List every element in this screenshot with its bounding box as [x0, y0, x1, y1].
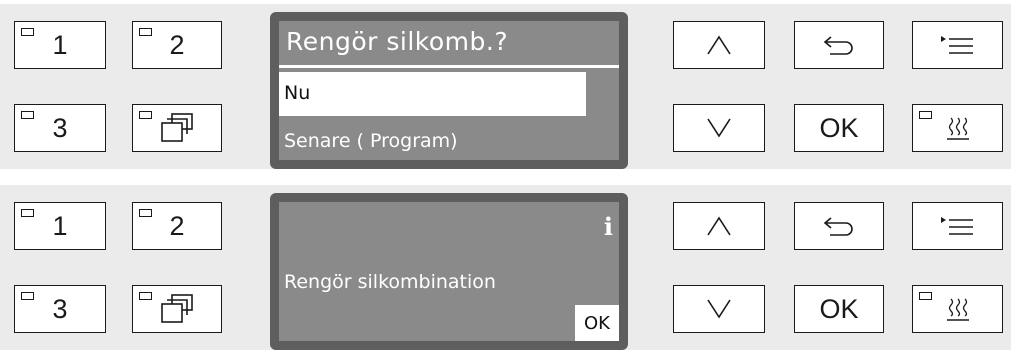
arrow-down-icon: [706, 298, 732, 320]
lcd-screen: Rengör silkomb.? Nu Senare ( Program): [279, 21, 619, 160]
indicator-light: [21, 111, 34, 119]
control-panel-top: 1 2 3 Rengör silkomb.? Nu Senare ( Progr…: [0, 4, 1011, 169]
program-button-3-label: 3: [52, 112, 68, 143]
menu-button[interactable]: [912, 202, 1003, 250]
indicator-light: [919, 292, 932, 300]
program-button-1-label: 1: [52, 210, 68, 241]
program-button-1[interactable]: 1: [14, 202, 106, 250]
arrow-up-icon: [706, 215, 732, 237]
program-button-1-label: 1: [52, 29, 68, 60]
program-list-button[interactable]: [132, 104, 222, 152]
lcd-display: i Rengör silkombination OK: [270, 193, 628, 350]
program-button-1[interactable]: 1: [14, 21, 106, 69]
ok-button-label: OK: [819, 293, 859, 324]
program-button-3[interactable]: 3: [14, 104, 106, 152]
up-button[interactable]: [673, 21, 765, 69]
down-button[interactable]: [673, 104, 765, 152]
indicator-light: [21, 209, 34, 217]
ok-button[interactable]: OK: [794, 285, 884, 333]
indicator-light: [139, 209, 152, 217]
program-button-3-label: 3: [52, 293, 68, 324]
program-button-3[interactable]: 3: [14, 285, 106, 333]
arrow-up-icon: [706, 34, 732, 56]
lcd-screen: i Rengör silkombination OK: [279, 202, 619, 341]
display-ok-indicator: OK: [575, 305, 619, 341]
program-list-button[interactable]: [132, 285, 222, 333]
indicator-light: [21, 292, 34, 300]
back-arrow-icon: [822, 34, 856, 56]
lcd-display: Rengör silkomb.? Nu Senare ( Program): [270, 12, 628, 169]
menu-option-later[interactable]: Senare ( Program): [284, 130, 458, 152]
indicator-light: [139, 28, 152, 36]
indicator-light: [139, 111, 152, 119]
program-list-icon: [160, 294, 194, 324]
down-button[interactable]: [673, 285, 765, 333]
arrow-down-icon: [706, 117, 732, 139]
program-button-2-label: 2: [169, 29, 185, 60]
menu-button[interactable]: [912, 21, 1003, 69]
display-message: Rengör silkombination: [284, 271, 496, 293]
up-button[interactable]: [673, 202, 765, 250]
display-title: Rengör silkomb.?: [286, 27, 509, 56]
control-panel-bottom: 1 2 3 i Rengör silkombination OK OK: [0, 185, 1011, 350]
indicator-light: [139, 292, 152, 300]
title-divider: [279, 65, 619, 68]
ok-button-label: OK: [819, 112, 859, 143]
info-icon: i: [603, 212, 613, 241]
menu-icon: [940, 34, 976, 56]
program-button-2-label: 2: [169, 210, 185, 241]
program-list-icon: [160, 113, 194, 143]
ok-button[interactable]: OK: [794, 104, 884, 152]
drying-button[interactable]: [912, 104, 1003, 152]
drying-icon: [946, 116, 970, 140]
back-arrow-icon: [822, 215, 856, 237]
menu-option-now[interactable]: Nu: [279, 72, 586, 116]
program-button-2[interactable]: 2: [132, 21, 222, 69]
indicator-light: [21, 28, 34, 36]
drying-icon: [946, 297, 970, 321]
back-button[interactable]: [794, 202, 884, 250]
back-button[interactable]: [794, 21, 884, 69]
program-button-2[interactable]: 2: [132, 202, 222, 250]
drying-button[interactable]: [912, 285, 1003, 333]
indicator-light: [919, 111, 932, 119]
menu-icon: [940, 215, 976, 237]
